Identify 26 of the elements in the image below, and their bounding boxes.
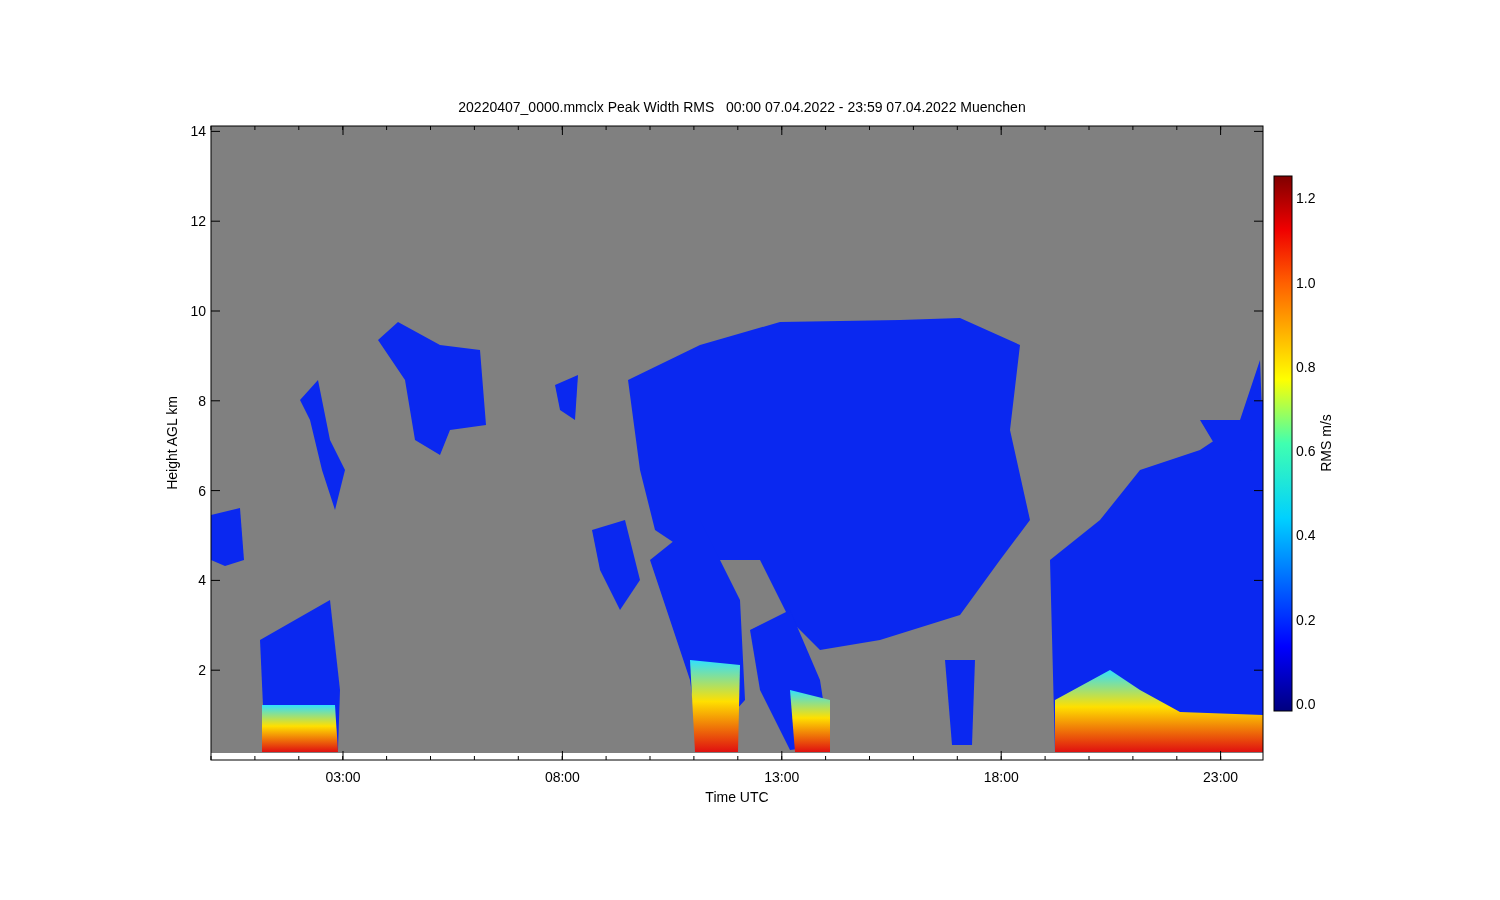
chart-title: 20220407_0000.mmclx Peak Width RMS 00:00 07.04.2022 - 23:59 07.04.2022 Muenchen (458, 99, 1026, 115)
y-axis-label: Height AGL km (164, 396, 180, 490)
x-axis-label: Time UTC (705, 789, 769, 805)
cloud-echo (211, 508, 244, 566)
y-tick-label: 10 (190, 303, 206, 319)
x-tick-label: 13:00 (764, 769, 800, 785)
x-tick-label: 03:00 (325, 769, 361, 785)
x-tick-label: 08:00 (544, 769, 580, 785)
precipitation-echo (790, 690, 830, 752)
x-tick-label: 18:00 (983, 769, 1019, 785)
y-tick-label: 6 (198, 482, 206, 499)
colorbar-tick-label: 0.2 (1296, 611, 1316, 628)
x-tick-label: 23:00 (1203, 769, 1239, 785)
colorbar-tick-label: 0.0 (1296, 696, 1316, 712)
y-tick-label: 14 (190, 123, 206, 140)
colorbar-tick-label: 0.6 (1296, 443, 1316, 460)
y-tick-label: 2 (198, 662, 206, 679)
colorbar-tick-label: 1.0 (1296, 274, 1316, 291)
colorbar-tick-label: 0.4 (1296, 527, 1316, 544)
cloud-echo (555, 375, 578, 420)
y-tick-label: 8 (198, 392, 206, 409)
colorbar-label: RMS m/s (1318, 414, 1334, 472)
colorbar-tick-label: 0.8 (1296, 358, 1316, 375)
colorbar-tick-label: 1.2 (1296, 190, 1316, 207)
y-tick-label: 12 (190, 213, 206, 230)
y-tick-label: 4 (198, 572, 206, 589)
